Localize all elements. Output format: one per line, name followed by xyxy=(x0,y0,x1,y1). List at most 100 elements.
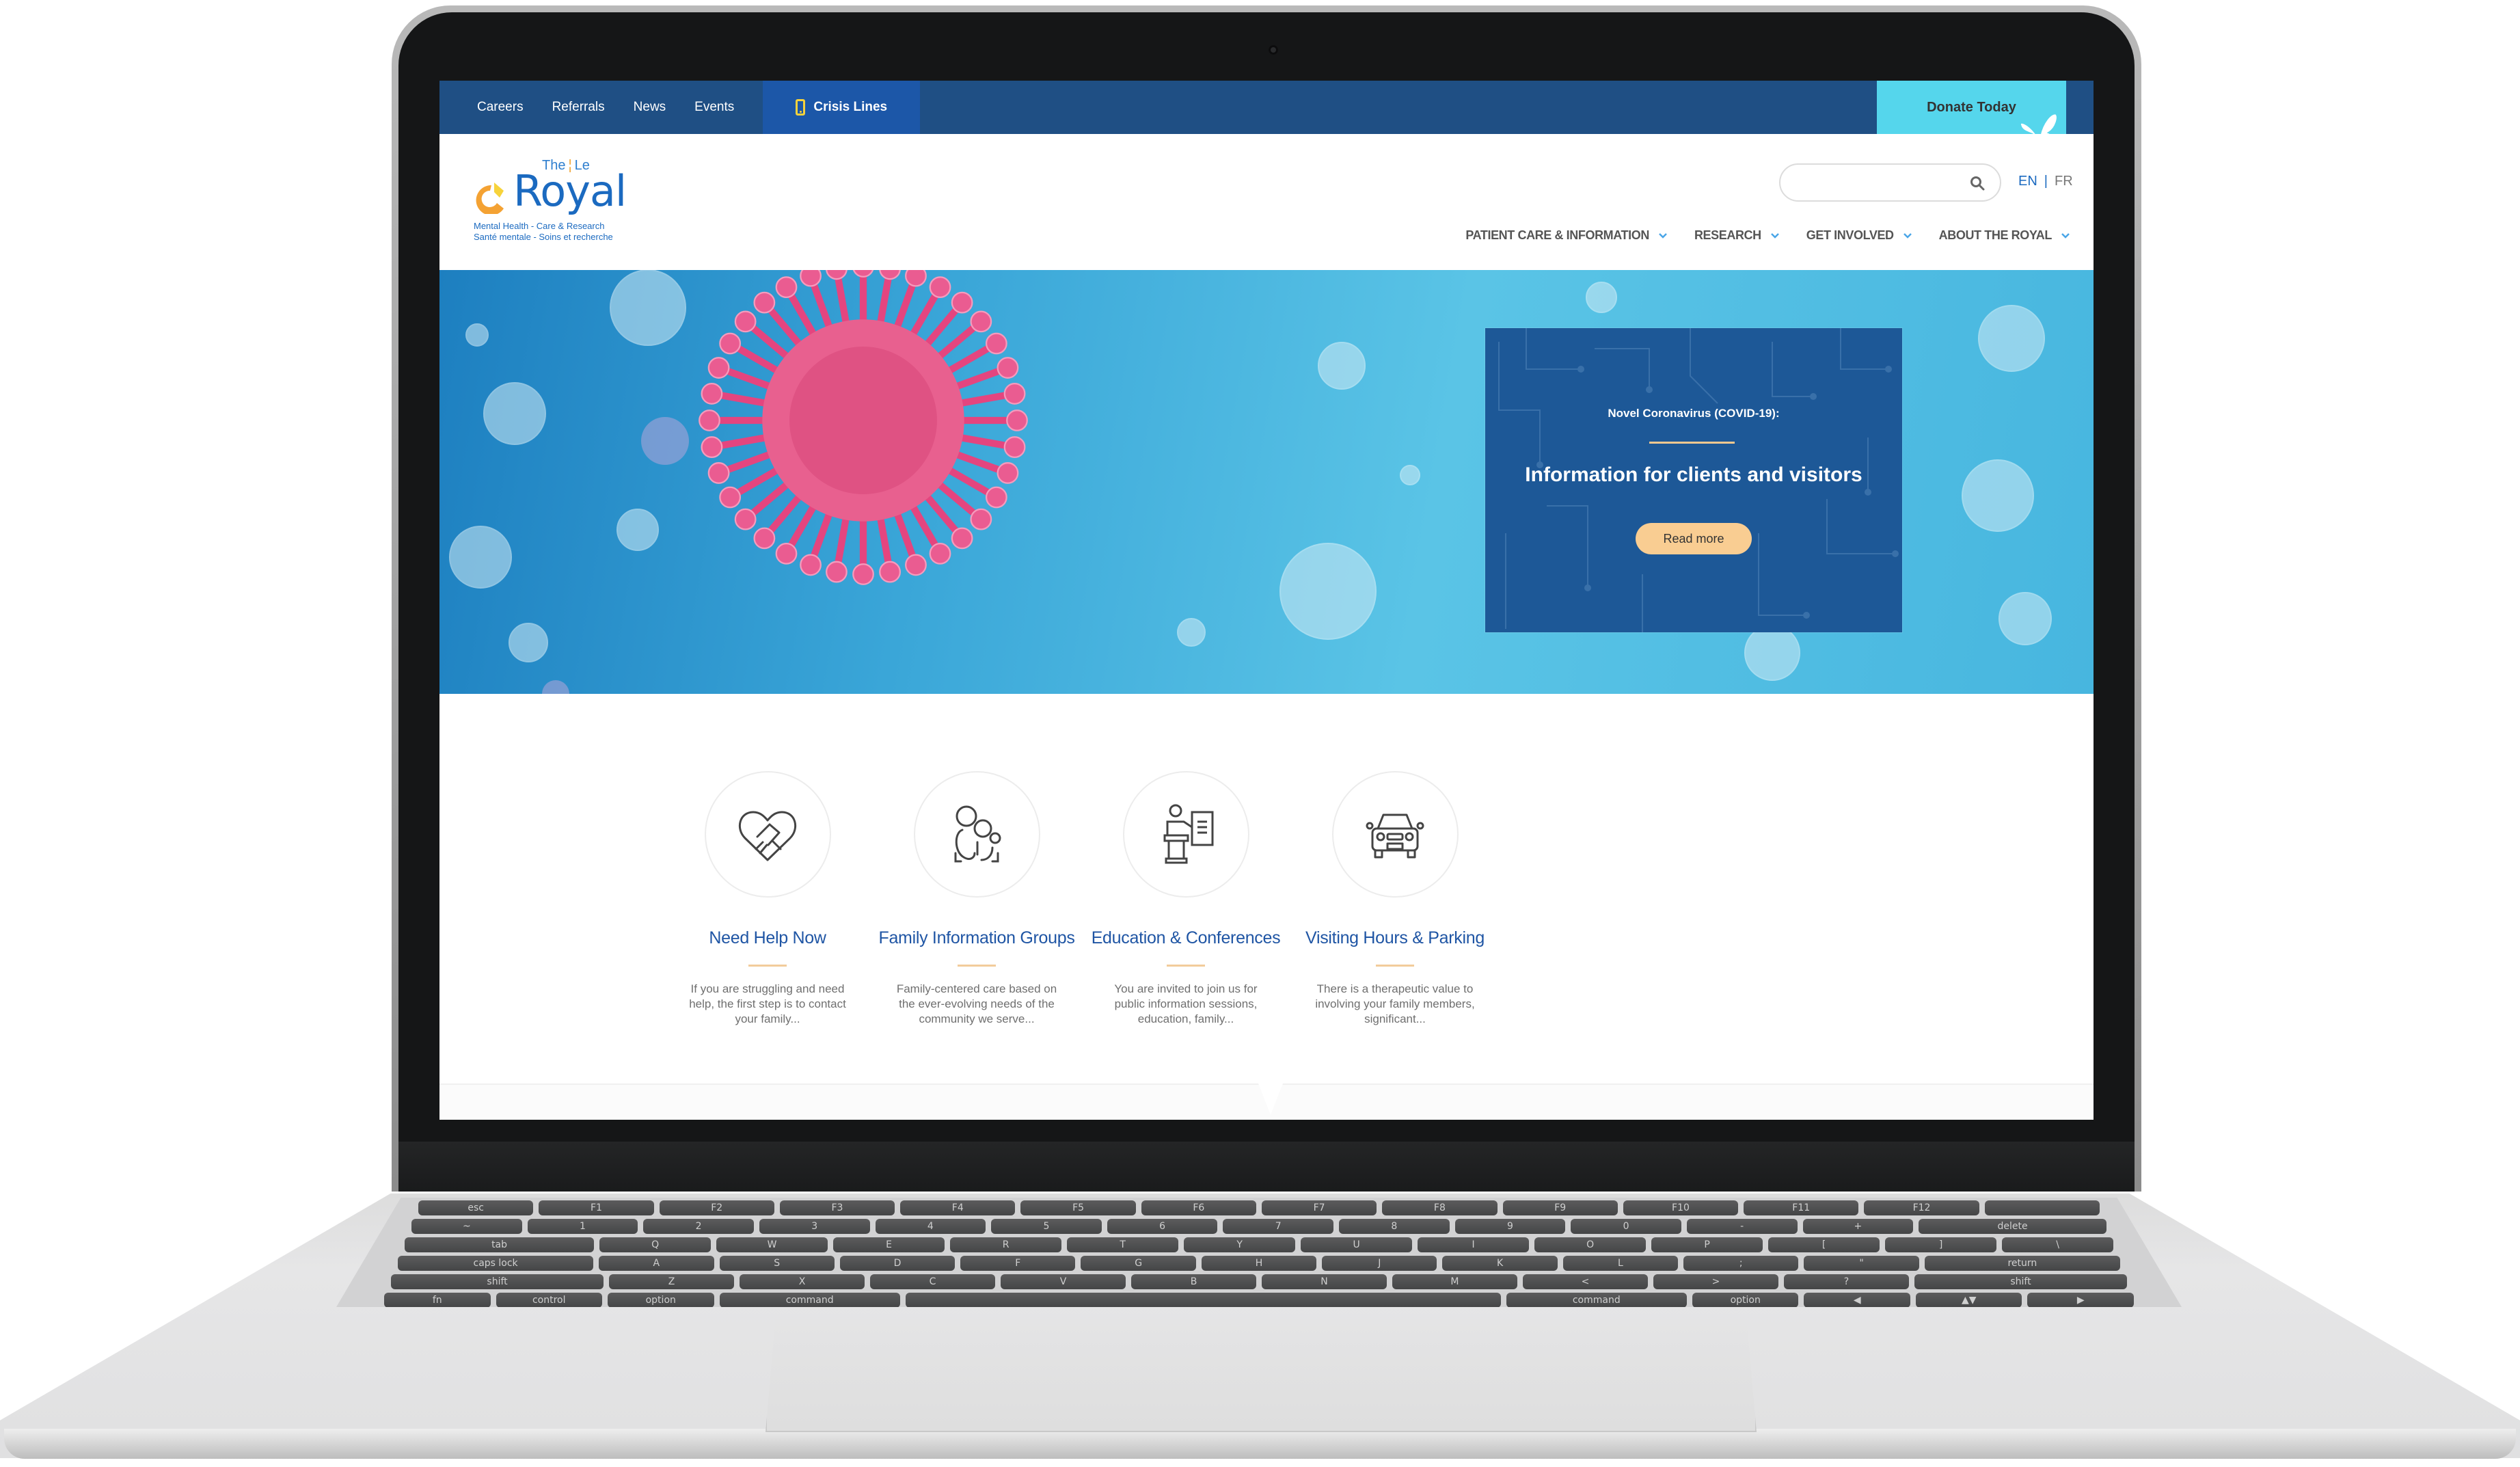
util-link-news[interactable]: News xyxy=(634,100,666,115)
nav-label: RESEARCH xyxy=(1694,228,1761,242)
virus-spike-tip xyxy=(775,542,798,565)
crisis-lines-label: Crisis Lines xyxy=(813,100,888,114)
handshake-heart-icon xyxy=(738,811,797,861)
feature-title[interactable]: Need Help Now xyxy=(665,928,870,948)
logo-tagline: Mental Health - Care & Research Santé me… xyxy=(474,221,613,243)
keyboard-key: H xyxy=(1201,1256,1317,1271)
keyboard-key: ~ xyxy=(411,1219,522,1234)
virus-spike-tip xyxy=(951,527,973,550)
virus-spike xyxy=(876,271,893,332)
keyboard-key: Z xyxy=(609,1274,735,1289)
car-icon xyxy=(1366,813,1424,858)
tagline-fr: Santé mentale - Soins et recherche xyxy=(474,232,613,242)
nav-research[interactable]: RESEARCH xyxy=(1694,228,1779,243)
keyboard-key: O xyxy=(1534,1237,1647,1252)
feature-icon-circle xyxy=(913,771,1040,898)
util-link-careers[interactable]: Careers xyxy=(477,100,524,115)
keyboard-key: L xyxy=(1562,1256,1679,1271)
keyboard-row: shift Z X C V B N M < >? shift xyxy=(391,1274,2127,1289)
covid-divider xyxy=(1649,442,1735,444)
virus-spike-tip xyxy=(905,554,927,576)
virus-spike-tip xyxy=(852,270,874,278)
virus-spike-tip xyxy=(879,270,901,280)
read-more-button[interactable]: Read more xyxy=(1636,523,1752,554)
logo-royal: Royal xyxy=(513,166,627,216)
keyboard-key: F11 xyxy=(1744,1200,1859,1215)
virus-spike xyxy=(891,504,917,563)
keyboard-key: < xyxy=(1522,1274,1648,1289)
covid-kicker: Novel Coronavirus (COVID-19): xyxy=(1608,407,1780,420)
feature-education[interactable]: Education & Conferences You are invited … xyxy=(1083,694,1288,1027)
keyboard-key: Q xyxy=(599,1237,712,1252)
virus-spike-tip xyxy=(852,563,874,585)
lang-en[interactable]: EN xyxy=(2018,174,2037,189)
feature-icon-circle xyxy=(1122,771,1249,898)
keyboard-key: E xyxy=(833,1237,945,1252)
laptop-hinge xyxy=(398,1142,2135,1191)
keyboard-key: [ xyxy=(1768,1237,1880,1252)
language-switcher: EN | FR xyxy=(2018,174,2073,189)
browser-screen: Careers Referrals News Events Crisis Lin… xyxy=(439,81,2094,1120)
feature-title[interactable]: Education & Conferences xyxy=(1083,928,1288,948)
chevron-down-icon xyxy=(1770,232,1779,239)
virus-spike-tip xyxy=(970,310,992,333)
nav-patient-care[interactable]: PATIENT CARE & INFORMATION xyxy=(1465,228,1667,243)
feature-visiting[interactable]: Visiting Hours & Parking There is a ther… xyxy=(1292,694,1498,1027)
keyboard-key: control xyxy=(496,1293,602,1307)
keyboard-key: fn xyxy=(384,1293,491,1307)
feature-family-groups[interactable]: Family Information Groups Family-centere… xyxy=(874,694,1079,1027)
feature-divider xyxy=(958,965,996,967)
keyboard-key: caps lock xyxy=(398,1256,594,1271)
util-link-referrals[interactable]: Referrals xyxy=(552,100,605,115)
keyboard-key: ? xyxy=(1783,1274,1909,1289)
nav-about[interactable]: ABOUT THE ROYAL xyxy=(1939,228,2070,243)
virus-spike xyxy=(876,509,893,569)
chevron-down-icon xyxy=(1659,232,1667,239)
virus-spike-tip xyxy=(970,508,992,530)
virus-spike-tip xyxy=(753,291,776,314)
keyboard-key: B xyxy=(1131,1274,1256,1289)
crisis-lines-button[interactable]: Crisis Lines xyxy=(763,81,921,134)
keyboard-key: ▲▼ xyxy=(1915,1293,2022,1307)
virus-spike-tip xyxy=(701,383,723,405)
virus-spike-tip xyxy=(734,310,757,333)
keyboard-key: shift xyxy=(391,1274,604,1289)
keyboard-key: F7 xyxy=(1261,1200,1377,1215)
utility-bar: Careers Referrals News Events Crisis Lin… xyxy=(439,81,2094,146)
nav-get-involved[interactable]: GET INVOLVED xyxy=(1806,228,1912,243)
covid-title: Information for clients and visitors xyxy=(1525,463,1862,486)
keyboard-key: > xyxy=(1653,1274,1778,1289)
virus-spike-tip xyxy=(1006,409,1028,431)
keyboard-key: ; xyxy=(1683,1256,1799,1271)
feature-need-help[interactable]: Need Help Now If you are struggling and … xyxy=(665,694,870,1027)
virus-spike-tip xyxy=(826,270,848,280)
virus-spike-tip xyxy=(800,270,822,287)
keyboard-key: 7 xyxy=(1223,1219,1333,1234)
search-input[interactable] xyxy=(1779,163,2001,202)
keyboard-key: ◀ xyxy=(1804,1293,1910,1307)
nav-label: GET INVOLVED xyxy=(1806,228,1894,242)
virus-spike xyxy=(809,504,835,563)
virus-spike xyxy=(834,271,851,332)
keyboard-key: F2 xyxy=(659,1200,774,1215)
virus-spike xyxy=(891,278,917,336)
lang-fr[interactable]: FR xyxy=(2055,174,2073,189)
keyboard-key: F5 xyxy=(1020,1200,1136,1215)
util-link-events[interactable]: Events xyxy=(694,100,734,115)
search-icon[interactable] xyxy=(1970,176,1985,191)
virus-spike-tip xyxy=(719,332,742,355)
keyboard-key: A xyxy=(599,1256,714,1271)
virus-spike xyxy=(947,448,1006,474)
feature-title[interactable]: Visiting Hours & Parking xyxy=(1292,928,1498,948)
logo[interactable]: The ¦ Le Royal Mental Health - Care & Rese… xyxy=(474,158,638,247)
trackpad xyxy=(766,1319,1757,1432)
keyboard-row: tab Q W E R T Y U I O P [] \ xyxy=(405,1237,2114,1252)
covid-info-card: Novel Coronavirus (COVID-19): Informatio… xyxy=(1485,328,1902,632)
keyboard-key: M xyxy=(1392,1274,1517,1289)
virus-spike-tip xyxy=(929,542,951,565)
keyboard-key: \ xyxy=(2002,1237,2114,1252)
keyboard-key: I xyxy=(1418,1237,1530,1252)
feature-title[interactable]: Family Information Groups xyxy=(874,928,1079,948)
virus-spike-tip xyxy=(775,276,798,299)
virus-spike-tip xyxy=(905,270,927,287)
